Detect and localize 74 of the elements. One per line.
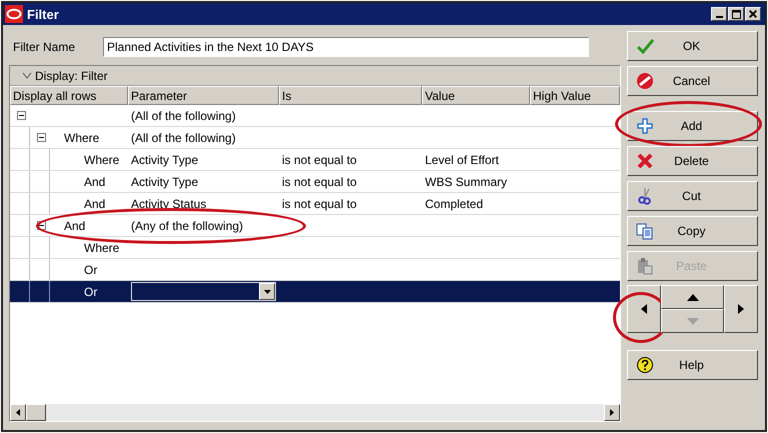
arrow-button[interactable] bbox=[724, 285, 758, 333]
question-icon bbox=[636, 356, 654, 374]
close-button[interactable] bbox=[745, 7, 761, 21]
collapse-icon[interactable] bbox=[16, 111, 26, 120]
connector-cell-text: Or bbox=[83, 262, 98, 278]
scroll-right-icon bbox=[610, 409, 614, 416]
clipboard-icon bbox=[636, 257, 654, 275]
action-button[interactable]: Add bbox=[627, 111, 758, 141]
operator-cell: is not equal to bbox=[282, 174, 357, 188]
table-row[interactable]: (All of the following) bbox=[10, 105, 620, 127]
connector-cell-text: And bbox=[63, 218, 86, 234]
connector-cell-text: Where bbox=[83, 240, 120, 256]
connector-cell-text: Or bbox=[83, 284, 98, 300]
operator-cell: is not equal to bbox=[282, 152, 357, 166]
value-cell: WBS Summary bbox=[425, 174, 508, 188]
connector-cell-text: And bbox=[83, 196, 106, 212]
value-cell: Completed bbox=[425, 196, 484, 210]
parameter-cell: Activity Type bbox=[131, 174, 198, 188]
connector-cell-text: Where bbox=[83, 152, 120, 168]
table-row[interactable]: Where Activity Type is not equal to Level of Effort bbox=[10, 149, 620, 171]
arrow-button[interactable] bbox=[627, 285, 661, 333]
close-icon bbox=[749, 10, 757, 18]
parameter-cell: Activity Type bbox=[131, 152, 198, 166]
window-title: Filter bbox=[27, 6, 60, 22]
app-logo-icon bbox=[5, 5, 23, 23]
maximize-icon bbox=[732, 10, 740, 18]
dropdown-arrow-icon bbox=[264, 290, 270, 294]
copy-icon bbox=[636, 222, 654, 240]
column-header[interactable]: Parameter bbox=[128, 86, 279, 105]
plus-icon bbox=[636, 117, 654, 135]
filter-name-field[interactable]: Planned Activities in the Next 10 DAYS bbox=[103, 37, 590, 57]
parameter-cell: Activity Status bbox=[131, 196, 206, 210]
table-row[interactable]: Where bbox=[10, 237, 620, 259]
action-button[interactable]: Cancel bbox=[627, 66, 758, 96]
x-icon bbox=[636, 152, 654, 170]
action-button[interactable]: Cut bbox=[627, 181, 758, 211]
action-button[interactable]: Help bbox=[627, 350, 758, 380]
column-header[interactable]: Is bbox=[279, 86, 422, 105]
parameter-cell: (All of the following) bbox=[131, 108, 236, 122]
parameter-dropdown[interactable] bbox=[131, 282, 276, 301]
table-row[interactable]: And (Any of the following) bbox=[10, 215, 620, 237]
right-arrow-icon bbox=[738, 304, 744, 314]
chevron-icon bbox=[22, 72, 32, 80]
down-arrow-icon bbox=[686, 318, 698, 324]
collapse-icon[interactable] bbox=[36, 133, 46, 142]
table-row[interactable]: And Activity Type is not equal to WBS Summary bbox=[10, 171, 620, 193]
table-row[interactable]: And Activity Status is not equal to Completed bbox=[10, 193, 620, 215]
scroll-left-icon bbox=[16, 409, 20, 416]
column-header[interactable]: Value bbox=[422, 86, 530, 105]
check-icon bbox=[636, 37, 654, 55]
left-arrow-icon bbox=[641, 304, 647, 314]
operator-cell: is not equal to bbox=[282, 196, 357, 210]
section-header[interactable]: Display: Filter bbox=[10, 66, 620, 86]
up-arrow-icon bbox=[686, 294, 698, 300]
column-header[interactable]: High Value bbox=[530, 86, 620, 105]
connector-cell-text: Where bbox=[63, 130, 100, 146]
action-button[interactable]: Delete bbox=[627, 146, 758, 176]
parameter-cell: (All of the following) bbox=[131, 130, 236, 144]
no-entry-icon bbox=[636, 72, 654, 90]
table-row[interactable]: Where (All of the following) bbox=[10, 127, 620, 149]
parameter-cell: (Any of the following) bbox=[131, 218, 244, 232]
horizontal-scrollbar[interactable] bbox=[10, 404, 620, 421]
section-label: Display: Filter bbox=[35, 68, 108, 82]
action-button[interactable]: Copy bbox=[627, 216, 758, 246]
action-button[interactable]: OK bbox=[627, 31, 758, 61]
value-cell: Level of Effort bbox=[425, 152, 499, 166]
minimize-button[interactable] bbox=[711, 7, 727, 21]
arrow-button[interactable] bbox=[661, 285, 724, 309]
scroll-thumb[interactable] bbox=[26, 404, 46, 421]
filter-name-label: Filter Name bbox=[13, 40, 76, 54]
table-row[interactable]: Or bbox=[10, 281, 620, 303]
connector-cell-text: And bbox=[83, 174, 106, 190]
maximize-button[interactable] bbox=[728, 7, 744, 21]
column-header[interactable]: Display all rows bbox=[10, 86, 128, 105]
